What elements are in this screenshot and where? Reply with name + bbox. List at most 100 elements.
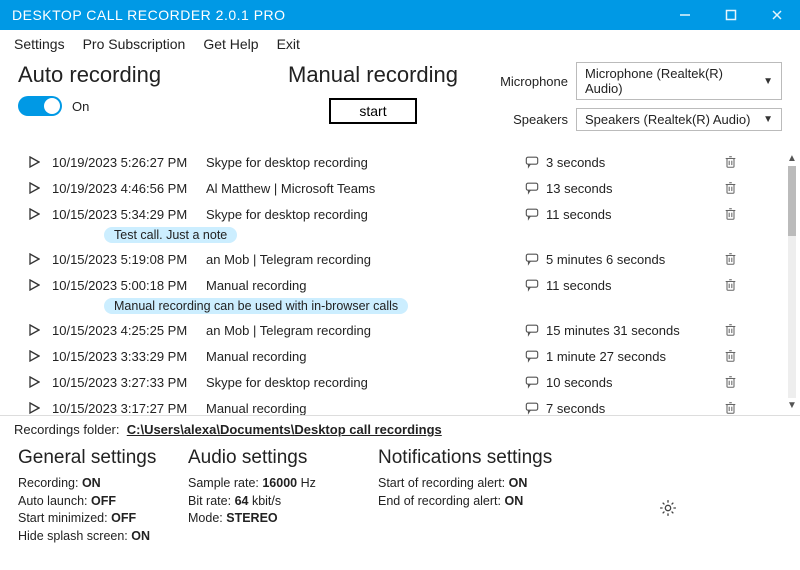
setting-recording: Recording: ON <box>18 475 188 493</box>
setting-hide-splash: Hide splash screen: ON <box>18 528 188 546</box>
recording-note: Manual recording can be used with in-bro… <box>104 298 408 314</box>
speakers-value: Speakers (Realtek(R) Audio) <box>585 112 750 127</box>
recording-timestamp: 10/15/2023 4:25:25 PM <box>52 323 206 338</box>
recording-duration: 13 seconds <box>546 181 716 196</box>
controls-row: Auto recording On Manual recording start… <box>0 58 800 149</box>
speakers-label: Speakers <box>488 112 576 127</box>
play-icon[interactable] <box>16 324 52 336</box>
trash-icon[interactable] <box>716 207 744 221</box>
comment-icon[interactable] <box>518 207 546 221</box>
scrollbar[interactable]: ▲ ▼ <box>786 153 798 411</box>
table-row[interactable]: 10/15/2023 4:25:25 PMan Mob | Telegram r… <box>16 317 780 343</box>
speakers-select[interactable]: Speakers (Realtek(R) Audio) ▼ <box>576 108 782 131</box>
auto-recording-toggle[interactable] <box>18 96 62 116</box>
play-icon[interactable] <box>16 350 52 362</box>
maximize-button[interactable] <box>708 0 754 30</box>
table-row[interactable]: 10/15/2023 5:00:18 PMManual recording11 … <box>16 272 780 298</box>
trash-icon[interactable] <box>716 349 744 363</box>
recording-source: an Mob | Telegram recording <box>206 323 518 338</box>
microphone-label: Microphone <box>488 74 576 89</box>
chevron-down-icon: ▼ <box>763 114 773 125</box>
recording-timestamp: 10/19/2023 5:26:27 PM <box>52 155 206 170</box>
titlebar: DESKTOP CALL RECORDER 2.0.1 PRO <box>0 0 800 30</box>
microphone-value: Microphone (Realtek(R) Audio) <box>585 66 763 96</box>
minimize-button[interactable] <box>662 0 708 30</box>
comment-icon[interactable] <box>518 375 546 389</box>
manual-recording-heading: Manual recording <box>268 62 478 88</box>
setting-mode: Mode: STEREO <box>188 510 378 528</box>
trash-icon[interactable] <box>716 278 744 292</box>
setting-auto-launch: Auto launch: OFF <box>18 493 188 511</box>
table-row[interactable]: 10/19/2023 5:26:27 PMSkype for desktop r… <box>16 149 780 175</box>
close-button[interactable] <box>754 0 800 30</box>
menu-get-help[interactable]: Get Help <box>203 36 258 52</box>
recordings-folder-path[interactable]: C:\Users\alexa\Documents\Desktop call re… <box>127 422 442 437</box>
recording-timestamp: 10/15/2023 5:34:29 PM <box>52 207 206 222</box>
play-icon[interactable] <box>16 376 52 388</box>
window-title: DESKTOP CALL RECORDER 2.0.1 PRO <box>12 7 662 23</box>
recording-source: Skype for desktop recording <box>206 375 518 390</box>
chevron-down-icon: ▼ <box>763 76 773 87</box>
general-settings-heading: General settings <box>18 447 188 469</box>
scrollbar-thumb[interactable] <box>788 166 796 236</box>
menu-pro-subscription[interactable]: Pro Subscription <box>83 36 186 52</box>
play-icon[interactable] <box>16 208 52 220</box>
gear-icon[interactable] <box>658 498 678 518</box>
recording-duration: 1 minute 27 seconds <box>546 349 716 364</box>
comment-icon[interactable] <box>518 349 546 363</box>
play-icon[interactable] <box>16 253 52 265</box>
play-icon[interactable] <box>16 182 52 194</box>
recording-duration: 7 seconds <box>546 401 716 416</box>
play-icon[interactable] <box>16 156 52 168</box>
play-icon[interactable] <box>16 279 52 291</box>
settings-summary: General settings Recording: ON Auto laun… <box>0 443 800 553</box>
recording-duration: 11 seconds <box>546 207 716 222</box>
recording-source: Manual recording <box>206 401 518 416</box>
recording-source: Manual recording <box>206 349 518 364</box>
auto-recording-state: On <box>72 99 89 114</box>
menu-settings[interactable]: Settings <box>14 36 65 52</box>
recording-source: Manual recording <box>206 278 518 293</box>
scroll-up-icon[interactable]: ▲ <box>787 153 797 164</box>
trash-icon[interactable] <box>716 181 744 195</box>
audio-settings-heading: Audio settings <box>188 447 378 469</box>
comment-icon[interactable] <box>518 323 546 337</box>
setting-bit-rate: Bit rate: 64 kbit/s <box>188 493 378 511</box>
comment-icon[interactable] <box>518 155 546 169</box>
recording-timestamp: 10/19/2023 4:46:56 PM <box>52 181 206 196</box>
recording-source: Al Matthew | Microsoft Teams <box>206 181 518 196</box>
trash-icon[interactable] <box>716 401 744 415</box>
comment-icon[interactable] <box>518 252 546 266</box>
recording-source: Skype for desktop recording <box>206 207 518 222</box>
menu-exit[interactable]: Exit <box>277 36 300 52</box>
recording-duration: 3 seconds <box>546 155 716 170</box>
play-icon[interactable] <box>16 402 52 414</box>
table-row[interactable]: 10/19/2023 4:46:56 PMAl Matthew | Micros… <box>16 175 780 201</box>
table-row[interactable]: 10/15/2023 5:34:29 PMSkype for desktop r… <box>16 201 780 227</box>
recording-timestamp: 10/15/2023 3:33:29 PM <box>52 349 206 364</box>
recording-duration: 10 seconds <box>546 375 716 390</box>
table-row[interactable]: 10/15/2023 3:17:27 PMManual recording 7 s… <box>16 395 780 415</box>
comment-icon[interactable] <box>518 401 546 415</box>
start-button[interactable]: start <box>329 98 416 124</box>
comment-icon[interactable] <box>518 278 546 292</box>
microphone-select[interactable]: Microphone (Realtek(R) Audio) ▼ <box>576 62 782 100</box>
recording-timestamp: 10/15/2023 3:17:27 PM <box>52 401 206 416</box>
recording-source: Skype for desktop recording <box>206 155 518 170</box>
trash-icon[interactable] <box>716 155 744 169</box>
recording-timestamp: 10/15/2023 3:27:33 PM <box>52 375 206 390</box>
scroll-down-icon[interactable]: ▼ <box>787 400 797 411</box>
table-row[interactable]: 10/15/2023 5:19:08 PMan Mob | Telegram r… <box>16 246 780 272</box>
setting-start-minimized: Start minimized: OFF <box>18 510 188 528</box>
trash-icon[interactable] <box>716 252 744 266</box>
setting-end-alert: End of recording alert: ON <box>378 493 638 511</box>
scrollbar-track[interactable] <box>788 166 796 398</box>
trash-icon[interactable] <box>716 375 744 389</box>
recording-timestamp: 10/15/2023 5:19:08 PM <box>52 252 206 267</box>
table-row[interactable]: 10/15/2023 3:27:33 PMSkype for desktop r… <box>16 369 780 395</box>
table-row[interactable]: 10/15/2023 3:33:29 PMManual recording 1 m… <box>16 343 780 369</box>
recordings-folder-bar: Recordings folder: C:\Users\alexa\Docume… <box>0 415 800 443</box>
comment-icon[interactable] <box>518 181 546 195</box>
menubar: Settings Pro Subscription Get Help Exit <box>0 30 800 58</box>
trash-icon[interactable] <box>716 323 744 337</box>
